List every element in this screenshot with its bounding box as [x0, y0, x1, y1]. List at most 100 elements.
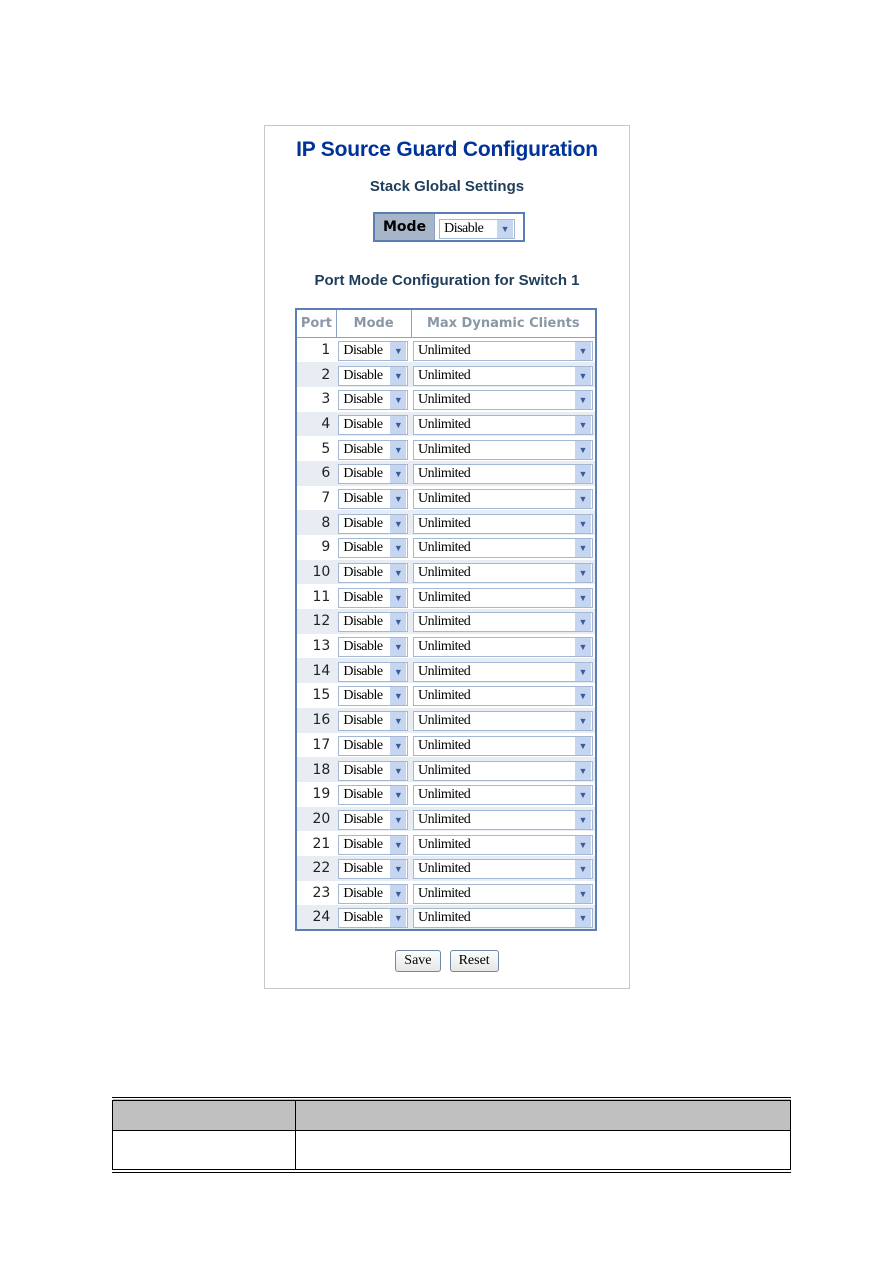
- max-dynamic-clients-select[interactable]: Unlimited ▼: [413, 809, 593, 830]
- port-mode-select[interactable]: Disable ▼: [338, 341, 409, 362]
- port-mode-select[interactable]: Disable ▼: [338, 760, 409, 781]
- max-dynamic-clients-value: Unlimited: [418, 466, 471, 482]
- mode-cell: Disable ▼: [336, 337, 411, 363]
- port-number: 4: [296, 411, 337, 437]
- port-mode-select[interactable]: Disable ▼: [338, 414, 409, 435]
- chevron-down-icon: ▼: [390, 736, 407, 755]
- max-clients-cell: Unlimited ▼: [411, 831, 596, 856]
- max-dynamic-clients-select[interactable]: Unlimited ▼: [413, 785, 593, 806]
- max-dynamic-clients-value: Unlimited: [418, 416, 471, 432]
- port-mode-value: Disable: [343, 861, 383, 877]
- port-number: 15: [296, 683, 337, 708]
- mode-cell: Disable ▼: [336, 732, 411, 758]
- port-mode-value: Disable: [343, 392, 383, 408]
- max-clients-cell: Unlimited ▼: [411, 806, 596, 832]
- port-number: 14: [296, 658, 337, 684]
- port-mode-select[interactable]: Disable ▼: [338, 365, 409, 386]
- port-mode-select[interactable]: Disable ▼: [338, 488, 409, 509]
- description-table-row: [112, 1130, 791, 1173]
- port-mode-select[interactable]: Disable ▼: [338, 711, 409, 732]
- table-row: 6 Disable ▼ Unlimited ▼: [296, 460, 596, 486]
- port-mode-value: Disable: [343, 515, 383, 531]
- table-row: 17 Disable ▼ Unlimited ▼: [296, 732, 596, 758]
- chevron-down-icon: ▼: [575, 835, 591, 854]
- global-mode-box: Mode Disable ▼: [373, 212, 526, 242]
- max-clients-cell: Unlimited ▼: [411, 411, 596, 437]
- port-mode-select[interactable]: Disable ▼: [338, 785, 409, 806]
- max-dynamic-clients-select[interactable]: Unlimited ▼: [413, 488, 593, 509]
- max-dynamic-clients-select[interactable]: Unlimited ▼: [413, 686, 593, 707]
- reset-button[interactable]: Reset: [449, 950, 499, 972]
- port-mode-select[interactable]: Disable ▼: [338, 637, 409, 658]
- port-mode-select[interactable]: Disable ▼: [338, 513, 409, 534]
- chevron-down-icon: ▼: [575, 391, 591, 410]
- chevron-down-icon: ▼: [390, 860, 407, 879]
- port-number: 11: [296, 584, 337, 610]
- max-dynamic-clients-select[interactable]: Unlimited ▼: [413, 735, 593, 756]
- max-dynamic-clients-select[interactable]: Unlimited ▼: [413, 834, 593, 855]
- global-mode-select[interactable]: Disable ▼: [439, 219, 516, 239]
- port-number: 17: [296, 732, 337, 758]
- max-dynamic-clients-select[interactable]: Unlimited ▼: [413, 661, 593, 682]
- port-mode-value: Disable: [343, 367, 383, 383]
- max-dynamic-clients-value: Unlimited: [418, 614, 471, 630]
- max-dynamic-clients-select[interactable]: Unlimited ▼: [413, 513, 593, 534]
- max-dynamic-clients-select[interactable]: Unlimited ▼: [413, 390, 593, 411]
- port-mode-select[interactable]: Disable ▼: [338, 587, 409, 608]
- chevron-down-icon: ▼: [575, 736, 591, 755]
- max-dynamic-clients-select[interactable]: Unlimited ▼: [413, 538, 593, 559]
- table-row: 9 Disable ▼ Unlimited ▼: [296, 535, 596, 560]
- port-mode-select[interactable]: Disable ▼: [338, 439, 409, 460]
- port-mode-select[interactable]: Disable ▼: [338, 883, 409, 904]
- port-mode-select[interactable]: Disable ▼: [338, 735, 409, 756]
- max-dynamic-clients-value: Unlimited: [418, 836, 471, 852]
- max-dynamic-clients-value: Unlimited: [418, 787, 471, 803]
- max-dynamic-clients-select[interactable]: Unlimited ▼: [413, 883, 593, 904]
- port-mode-select[interactable]: Disable ▼: [338, 834, 409, 855]
- port-mode-select[interactable]: Disable ▼: [338, 563, 409, 584]
- port-mode-select[interactable]: Disable ▼: [338, 686, 409, 707]
- max-dynamic-clients-select[interactable]: Unlimited ▼: [413, 637, 593, 658]
- port-mode-select[interactable]: Disable ▼: [338, 859, 409, 880]
- chevron-down-icon: ▼: [575, 909, 591, 928]
- max-dynamic-clients-select[interactable]: Unlimited ▼: [413, 587, 593, 608]
- max-dynamic-clients-select[interactable]: Unlimited ▼: [413, 464, 593, 485]
- max-dynamic-clients-select[interactable]: Unlimited ▼: [413, 711, 593, 732]
- max-dynamic-clients-value: Unlimited: [418, 515, 471, 531]
- chevron-down-icon: ▼: [390, 588, 407, 607]
- port-number: 13: [296, 633, 337, 659]
- max-dynamic-clients-select[interactable]: Unlimited ▼: [413, 612, 593, 633]
- max-dynamic-clients-select[interactable]: Unlimited ▼: [413, 563, 593, 584]
- port-mode-select[interactable]: Disable ▼: [338, 661, 409, 682]
- chevron-down-icon: ▼: [390, 539, 407, 558]
- max-dynamic-clients-select[interactable]: Unlimited ▼: [413, 760, 593, 781]
- table-cell: [112, 1130, 296, 1173]
- max-dynamic-clients-select[interactable]: Unlimited ▼: [413, 859, 593, 880]
- port-number: 9: [296, 535, 337, 560]
- port-mode-select[interactable]: Disable ▼: [338, 390, 409, 411]
- port-number: 5: [296, 436, 337, 461]
- port-mode-select[interactable]: Disable ▼: [338, 908, 409, 929]
- chevron-down-icon: ▼: [575, 366, 591, 385]
- max-dynamic-clients-select[interactable]: Unlimited ▼: [413, 908, 593, 929]
- port-mode-select[interactable]: Disable ▼: [338, 612, 409, 633]
- port-number: 18: [296, 757, 337, 782]
- chevron-down-icon: ▼: [390, 687, 407, 706]
- port-mode-select[interactable]: Disable ▼: [338, 538, 409, 559]
- max-dynamic-clients-select[interactable]: Unlimited ▼: [413, 365, 593, 386]
- max-dynamic-clients-select[interactable]: Unlimited ▼: [413, 414, 593, 435]
- max-dynamic-clients-select[interactable]: Unlimited ▼: [413, 341, 593, 362]
- max-clients-cell: Unlimited ▼: [411, 559, 596, 585]
- port-table: Port Mode Max Dynamic Clients 1 Disable ▼…: [295, 308, 597, 931]
- max-dynamic-clients-value: Unlimited: [418, 713, 471, 729]
- mode-cell: Disable ▼: [336, 757, 411, 782]
- mode-cell: Disable ▼: [336, 485, 411, 511]
- port-mode-select[interactable]: Disable ▼: [338, 464, 409, 485]
- port-mode-value: Disable: [343, 614, 383, 630]
- save-button[interactable]: Save: [395, 950, 441, 972]
- chevron-down-icon: ▼: [390, 342, 407, 361]
- port-mode-select[interactable]: Disable ▼: [338, 809, 409, 830]
- max-dynamic-clients-select[interactable]: Unlimited ▼: [413, 439, 593, 460]
- mode-cell: Disable ▼: [336, 584, 411, 610]
- table-row: 20 Disable ▼ Unlimited ▼: [296, 806, 596, 832]
